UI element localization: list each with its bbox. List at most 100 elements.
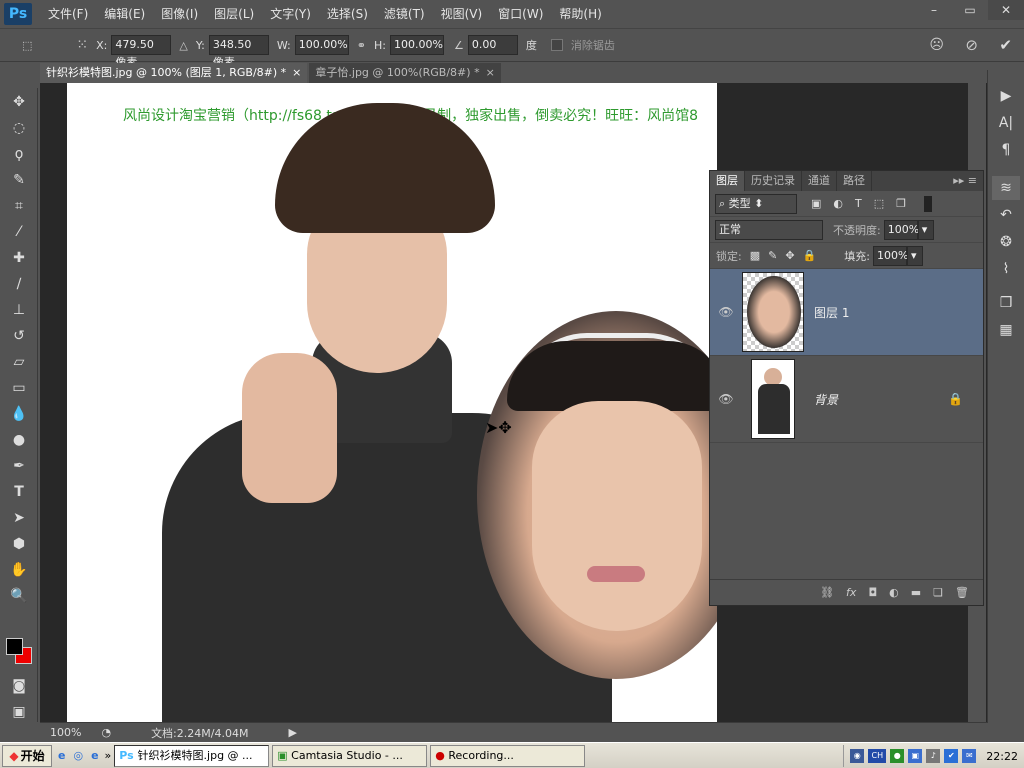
menu-type[interactable]: 文字(Y) [262, 0, 319, 28]
x-field[interactable]: 479.50 像素 [111, 35, 172, 69]
width-field[interactable]: 100.00% [294, 35, 349, 55]
y-field[interactable]: 348.50 像素 [208, 35, 269, 69]
brush-tool-icon[interactable]: ∕ [4, 272, 34, 296]
warp-icon[interactable]: ☹ [929, 37, 944, 53]
close-button[interactable]: ✕ [988, 0, 1024, 20]
document-canvas[interactable]: 风尚设计淘宝营销（http://fs68.taobao.com）录制，独家出售，… [67, 83, 717, 723]
foreground-color-swatch[interactable] [6, 638, 23, 655]
layers-panel-icon[interactable]: ≋ [992, 176, 1020, 200]
eraser-tool-icon[interactable]: ▱ [4, 350, 34, 374]
filter-type-icon[interactable]: T [855, 197, 862, 210]
tray-network-icon[interactable]: ● [890, 749, 905, 763]
language-indicator[interactable]: CH [868, 749, 887, 763]
angle-field[interactable]: 0.00 [467, 35, 518, 55]
minimize-button[interactable]: – [916, 0, 952, 20]
menu-filter[interactable]: 滤镜(T) [376, 0, 433, 28]
layer-row-layer1[interactable]: 👁 图层 1 [710, 269, 983, 356]
quick-select-tool-icon[interactable]: ✎ [4, 168, 34, 192]
lock-all-icon[interactable]: 🔒 [803, 249, 817, 262]
paths-panel-icon[interactable]: ⌇ [992, 257, 1020, 281]
filter-adjust-icon[interactable]: ◐ [833, 197, 843, 210]
clone-stamp-icon[interactable]: ⊥ [4, 298, 34, 322]
ie2-icon[interactable]: e [91, 749, 98, 762]
blend-mode-select[interactable]: 正常 [715, 219, 823, 240]
hand-tool-icon[interactable]: ✋ [4, 558, 34, 582]
folder-icon[interactable]: ▬ [911, 586, 921, 599]
dodge-tool-icon[interactable]: ● [4, 428, 34, 452]
quick-mask-icon[interactable]: ◙ [4, 674, 34, 698]
layer-row-background[interactable]: 👁 背景 🔒 [710, 356, 983, 443]
taskbar-recording[interactable]: ● Recording... [430, 744, 586, 767]
channels-panel-icon[interactable]: ❂ [992, 230, 1020, 254]
tab-close-icon[interactable]: × [292, 66, 301, 79]
cancel-transform-icon[interactable]: ⊘ [965, 36, 978, 54]
tray-check-icon[interactable]: ✔ [944, 749, 959, 763]
antialias-checkbox[interactable] [550, 39, 563, 51]
tab-paths[interactable]: 路径 [837, 171, 872, 191]
color-swatches[interactable] [6, 638, 36, 668]
menu-window[interactable]: 窗口(W) [490, 0, 551, 28]
tray-mail-icon[interactable]: ✉ [962, 749, 977, 763]
adjustment-icon[interactable]: ◐ [889, 586, 899, 599]
filter-pixel-icon[interactable]: ▣ [811, 197, 821, 210]
delta-icon[interactable]: △ [179, 39, 187, 52]
mask-icon[interactable]: ◘ [868, 586, 877, 599]
character-panel-icon[interactable]: A| [992, 111, 1020, 135]
opacity-field[interactable]: 100% [883, 219, 919, 240]
path-select-icon[interactable]: ➤ [4, 506, 34, 530]
height-field[interactable]: 100.00% [389, 35, 444, 55]
new-layer-icon[interactable]: ❏ [933, 586, 943, 599]
transform-tool-icon[interactable]: ⬚ [22, 39, 32, 52]
crop-tool-icon[interactable]: ⌗ [4, 194, 34, 218]
visibility-eye-icon[interactable]: 👁 [710, 392, 742, 406]
more-icon[interactable]: » [105, 749, 112, 762]
fx-icon[interactable]: fx [846, 586, 856, 599]
lock-pixels-icon[interactable]: ✎ [768, 249, 777, 262]
blur-tool-icon[interactable]: 💧 [4, 402, 34, 426]
tray-app-icon[interactable]: ◉ [850, 749, 865, 763]
commit-transform-icon[interactable]: ✔ [999, 36, 1012, 54]
play-icon[interactable]: ▶ [992, 84, 1020, 108]
tab-history[interactable]: 历史记录 [745, 171, 802, 191]
screen-mode-icon[interactable]: ▣ [4, 700, 34, 724]
status-menu-icon[interactable]: ▶ [288, 726, 296, 739]
tab-close-icon[interactable]: × [486, 66, 495, 79]
link-aspect-icon[interactable]: ⚭ [357, 39, 366, 52]
layer-name[interactable]: 背景 [814, 391, 838, 408]
ie-icon[interactable]: e [58, 749, 65, 762]
tab-layers[interactable]: 图层 [710, 171, 745, 191]
gradient-tool-icon[interactable]: ▭ [4, 376, 34, 400]
grid-panel-icon[interactable]: ▦ [992, 318, 1020, 342]
quicklaunch-icon[interactable]: ◎ [73, 749, 83, 762]
opacity-dropdown-icon[interactable]: ▾ [917, 219, 934, 240]
lock-position-icon[interactable]: ✥ [785, 249, 794, 262]
filter-toggle[interactable] [924, 195, 933, 212]
tray-volume-icon[interactable]: ♪ [926, 749, 941, 763]
eyedropper-tool-icon[interactable]: ⁄ [4, 220, 34, 244]
marquee-tool-icon[interactable]: ◌ [4, 116, 34, 140]
lasso-tool-icon[interactable]: ϙ [4, 142, 34, 166]
3d-panel-icon[interactable]: ❒ [992, 291, 1020, 315]
menu-help[interactable]: 帮助(H) [551, 0, 609, 28]
lock-transparent-icon[interactable]: ▩ [750, 249, 760, 262]
trash-icon[interactable]: 🗑 [955, 586, 969, 599]
move-tool-icon[interactable]: ✥ [4, 90, 34, 114]
healing-brush-icon[interactable]: ✚ [4, 246, 34, 270]
visibility-eye-icon[interactable]: 👁 [710, 305, 742, 319]
menu-select[interactable]: 选择(S) [319, 0, 376, 28]
menu-image[interactable]: 图像(I) [153, 0, 206, 28]
filter-shape-icon[interactable]: ⬚ [874, 197, 884, 210]
taskbar-camtasia[interactable]: ▣ Camtasia Studio - ... [272, 744, 428, 767]
reference-point-icon[interactable]: ⁙ [76, 37, 88, 53]
tab-knit-model[interactable]: 针织衫模特图.jpg @ 100% (图层 1, RGB/8#) * × [40, 63, 308, 83]
link-icon[interactable]: ⛓ [820, 586, 834, 599]
tab-channels[interactable]: 通道 [802, 171, 837, 191]
start-button[interactable]: ◆ 开始 [2, 744, 52, 767]
paragraph-panel-icon[interactable]: ¶ [992, 138, 1020, 162]
history-brush-icon[interactable]: ↺ [4, 324, 34, 348]
zoom-level[interactable]: 100% [50, 726, 81, 739]
taskbar-photoshop[interactable]: Ps 针织衫模特图.jpg @ ... [114, 744, 270, 767]
tray-security-icon[interactable]: ▣ [908, 749, 923, 763]
layer-name[interactable]: 图层 1 [814, 304, 849, 321]
filter-kind-select[interactable]: ⌕ 类型 ⬍ [715, 193, 797, 214]
